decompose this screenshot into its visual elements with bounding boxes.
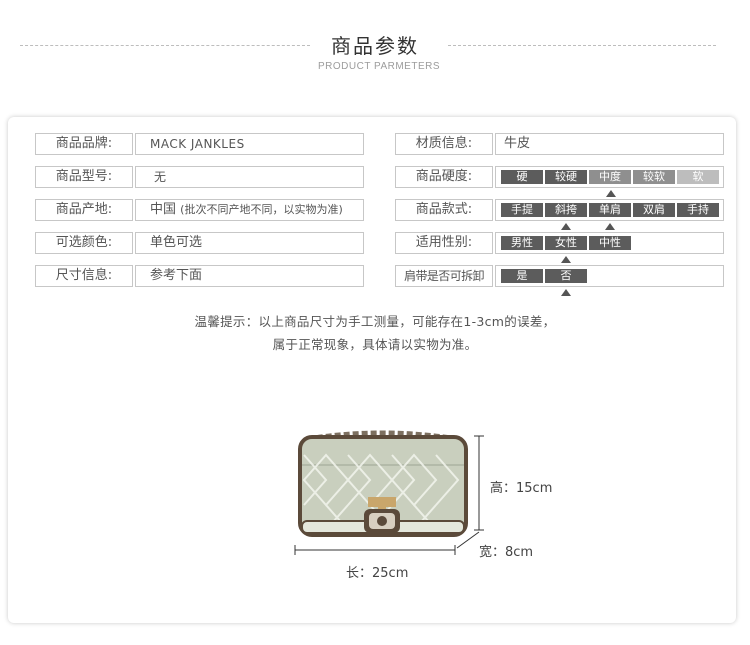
- style-options: 手提 斜挎 单肩 双肩 手持: [495, 199, 724, 221]
- header-divider-right: [448, 45, 716, 46]
- hardness-option-hard: 硬: [501, 170, 543, 184]
- style-label: 商品款式:: [395, 199, 493, 221]
- height-dimension-label: 高：15cm: [490, 481, 553, 496]
- style-option-backpack: 双肩: [633, 203, 675, 217]
- style-option-handheld: 手提: [501, 203, 543, 217]
- style-selected-marker-crossbody-icon: [561, 223, 571, 230]
- gender-option-female: 女性: [545, 236, 587, 250]
- measurement-tip-line1: 温馨提示：以上商品尺寸为手工测量，可能存在1-3cm的误差，: [194, 314, 556, 329]
- hardness-option-soft: 软: [677, 170, 719, 184]
- page-subtitle: PRODUCT PARMETERS: [317, 61, 441, 72]
- gender-option-unisex: 中性: [589, 236, 631, 250]
- strap-options: 是 否: [495, 265, 724, 287]
- origin-note: (批次不同产地不同，以实物为准): [180, 203, 343, 216]
- gender-selected-marker-icon: [561, 256, 571, 263]
- color-value: 单色可选: [135, 232, 364, 254]
- strap-option-yes: 是: [501, 269, 543, 283]
- size-label: 尺寸信息:: [35, 265, 133, 287]
- hardness-selected-marker-icon: [606, 190, 616, 197]
- strap-option-no: 否: [545, 269, 587, 283]
- section-header: 商品参数 PRODUCT PARMETERS: [0, 0, 750, 90]
- dimension-lines: [294, 435, 484, 555]
- brand-value: MACK JANKLES: [135, 133, 364, 155]
- gender-option-male: 男性: [501, 236, 543, 250]
- hardness-option-medium: 中度: [589, 170, 631, 184]
- model-label: 商品型号:: [35, 166, 133, 188]
- width-dimension-line: [456, 531, 480, 549]
- hardness-label: 商品硬度:: [395, 166, 493, 188]
- origin-label: 商品产地:: [35, 199, 133, 221]
- model-value: 无: [135, 166, 364, 188]
- width-dimension-label: 宽：8cm: [479, 545, 534, 560]
- origin-country: 中国: [150, 202, 177, 217]
- measurement-tip-line2: 属于正常现象，具体请以实物为准。: [272, 337, 478, 352]
- size-value: 参考下面: [135, 265, 364, 287]
- brand-label: 商品品牌:: [35, 133, 133, 155]
- style-option-shoulder: 单肩: [589, 203, 631, 217]
- color-label: 可选颜色:: [35, 232, 133, 254]
- strap-label: 肩带是否可拆卸: [395, 265, 493, 287]
- origin-value: 中国 (批次不同产地不同，以实物为准): [135, 199, 364, 221]
- gender-label: 适用性别:: [395, 232, 493, 254]
- strap-selected-marker-icon: [561, 289, 571, 296]
- hardness-option-fairly-hard: 较硬: [545, 170, 587, 184]
- length-dimension-label: 长：25cm: [346, 566, 409, 581]
- style-option-crossbody: 斜挎: [545, 203, 587, 217]
- gender-options: 男性 女性 中性: [495, 232, 724, 254]
- hardness-option-fairly-soft: 较软: [633, 170, 675, 184]
- style-option-clutch: 手持: [677, 203, 719, 217]
- material-value: 牛皮: [495, 133, 724, 155]
- material-label: 材质信息:: [395, 133, 493, 155]
- hardness-scale: 硬 较硬 中度 较软 软: [495, 166, 724, 188]
- style-selected-marker-shoulder-icon: [605, 223, 615, 230]
